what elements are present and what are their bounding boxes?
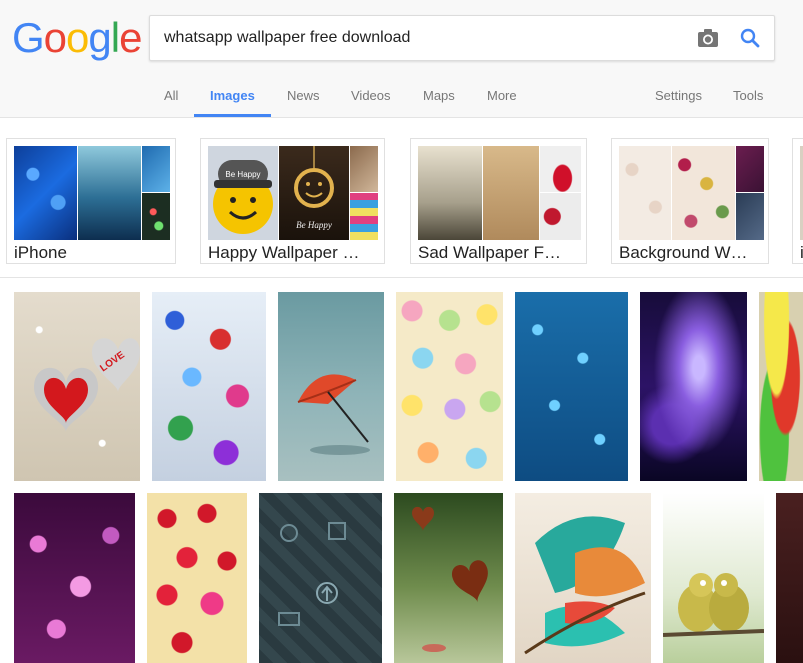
tab-all[interactable]: All <box>164 88 178 103</box>
result-image-doodle-pattern[interactable] <box>259 493 382 663</box>
logo-letter: o <box>43 14 67 61</box>
result-image-love-birds[interactable] <box>663 493 764 663</box>
search-icon[interactable] <box>738 26 762 50</box>
related-card-background-wallpaper[interactable]: Background W… <box>611 138 769 264</box>
related-label: Background W… <box>619 243 748 262</box>
related-card-iphone[interactable]: iPhone <box>6 138 176 264</box>
related-label: iPhone <box>14 243 67 262</box>
related-card-partial[interactable]: i <box>792 138 803 264</box>
google-images-page: Google All Images News <box>0 0 803 663</box>
camera-icon[interactable] <box>696 27 720 49</box>
tab-settings[interactable]: Settings <box>655 88 702 103</box>
result-image-red-hearts[interactable] <box>147 493 247 663</box>
search-box <box>149 15 775 61</box>
thumbnail-image <box>350 193 378 240</box>
thumbnail-image <box>540 193 581 240</box>
thumbnail-image <box>736 146 764 192</box>
smiley-pendant-image: Be Happy <box>279 146 349 240</box>
thumbnail-image <box>350 146 378 192</box>
related-card-happy-wallpaper[interactable]: Be Happy Be Happy Happy Wallpaper … <box>200 138 385 264</box>
logo-letter: g <box>88 14 111 61</box>
logo-letter: l <box>110 14 120 61</box>
related-card-sad-wallpaper[interactable]: Sad Wallpaper F… <box>410 138 587 264</box>
result-image-blue-hearts[interactable] <box>515 292 628 481</box>
result-image-colorful-leaves[interactable] <box>515 493 651 663</box>
result-image-love-hearts[interactable]: LOVE <box>14 292 140 481</box>
result-image-purple-galaxy[interactable] <box>640 292 747 481</box>
related-label: Sad Wallpaper F… <box>418 243 561 262</box>
result-image-candy-hearts[interactable] <box>396 292 503 481</box>
search-tabs: All Images News Videos Maps More Setting… <box>0 84 803 118</box>
search-input[interactable] <box>164 24 684 52</box>
thumbnail-image <box>418 146 482 240</box>
google-logo[interactable]: Google <box>12 14 142 62</box>
related-searches: iPhone Be Happy Be Happy Happy Wallpaper… <box>0 128 803 278</box>
result-image-dark-partial[interactable] <box>776 493 803 663</box>
tab-maps[interactable]: Maps <box>423 88 455 103</box>
logo-letter: o <box>66 14 89 61</box>
search-header: Google All Images News <box>0 0 803 118</box>
result-image-glass-marbles[interactable] <box>152 292 266 481</box>
thumbnail-image <box>142 193 170 240</box>
thumbnail-image <box>483 146 539 240</box>
result-image-red-umbrella[interactable] <box>278 292 384 481</box>
thumbnail-image <box>14 146 77 240</box>
tab-more[interactable]: More <box>487 88 517 103</box>
be-happy-caption: Be Happy <box>296 220 332 230</box>
thumbnail-image <box>540 146 581 192</box>
result-image-pink-bokeh[interactable] <box>14 493 135 663</box>
thumbnail-image <box>736 193 764 240</box>
result-image-falling-hearts[interactable] <box>394 493 503 663</box>
tab-tools[interactable]: Tools <box>733 88 763 103</box>
tab-videos[interactable]: Videos <box>351 88 391 103</box>
tab-images[interactable]: Images <box>210 88 255 103</box>
active-tab-indicator <box>194 114 271 117</box>
thumbnail-image <box>142 146 170 192</box>
thumbnail-image <box>619 146 671 240</box>
logo-letter: e <box>119 14 142 61</box>
related-label: Happy Wallpaper … <box>208 243 360 262</box>
result-image-jelly-beans[interactable] <box>759 292 803 481</box>
smiley-hat-image: Be Happy <box>208 146 278 240</box>
tab-news[interactable]: News <box>287 88 320 103</box>
thumbnail-image <box>78 146 141 240</box>
be-happy-text: Be Happy <box>225 170 260 179</box>
logo-letter: G <box>12 14 45 61</box>
thumbnail-image <box>672 146 735 240</box>
